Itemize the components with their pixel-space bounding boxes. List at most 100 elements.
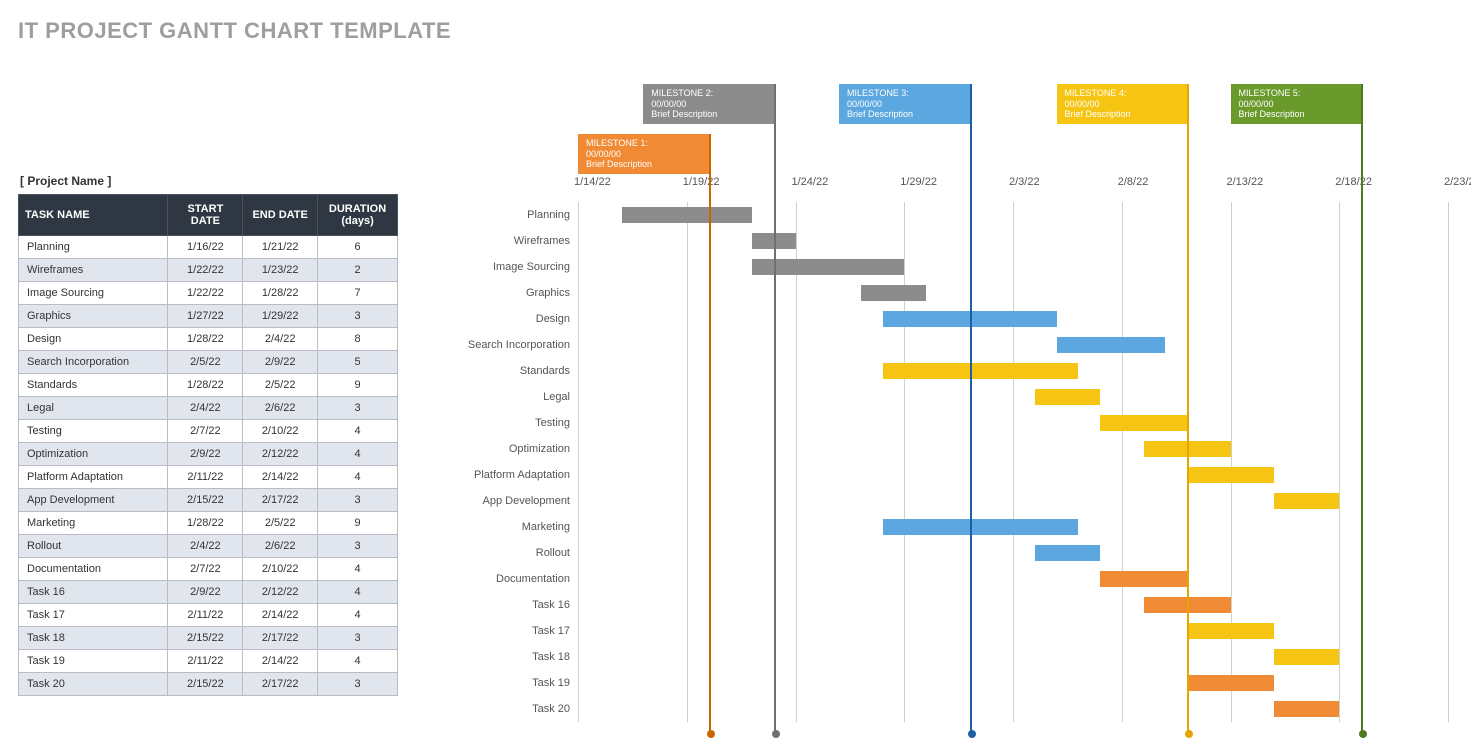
gantt-bar (1187, 675, 1274, 691)
cell-task-name: Task 18 (19, 627, 168, 650)
gantt-row-label: Optimization (430, 443, 570, 455)
gantt-row-label: Graphics (430, 287, 570, 299)
cell-end: 2/12/22 (243, 581, 318, 604)
cell-start: 2/11/22 (168, 466, 243, 489)
gantt-bar (622, 207, 753, 223)
table-row: Platform Adaptation2/11/222/14/224 (19, 466, 398, 489)
cell-duration: 3 (318, 627, 398, 650)
cell-duration: 4 (318, 466, 398, 489)
cell-end: 2/4/22 (243, 328, 318, 351)
milestone-flag: MILESTONE 3: 00/00/00 Brief Description (839, 84, 970, 124)
cell-duration: 4 (318, 581, 398, 604)
cell-end: 2/17/22 (243, 673, 318, 696)
cell-end: 2/6/22 (243, 535, 318, 558)
table-row: Documentation2/7/222/10/224 (19, 558, 398, 581)
cell-start: 2/15/22 (168, 627, 243, 650)
axis-tick: 2/18/22 (1335, 176, 1372, 188)
table-row: Standards1/28/222/5/229 (19, 374, 398, 397)
table-row: Rollout2/4/222/6/223 (19, 535, 398, 558)
milestone-flag: MILESTONE 2: 00/00/00 Brief Description (643, 84, 774, 124)
axis-tick: 1/19/22 (683, 176, 720, 188)
milestone-line (709, 134, 711, 734)
cell-duration: 4 (318, 558, 398, 581)
table-row: Marketing1/28/222/5/229 (19, 512, 398, 535)
cell-duration: 7 (318, 282, 398, 305)
cell-task-name: Search Incorporation (19, 351, 168, 374)
cell-duration: 2 (318, 259, 398, 282)
table-row: Task 172/11/222/14/224 (19, 604, 398, 627)
cell-task-name: Task 17 (19, 604, 168, 627)
table-row: Task 192/11/222/14/224 (19, 650, 398, 673)
cell-task-name: Legal (19, 397, 168, 420)
cell-duration: 3 (318, 489, 398, 512)
table-row: App Development2/15/222/17/223 (19, 489, 398, 512)
axis-tick: 2/8/22 (1118, 176, 1149, 188)
cell-task-name: Rollout (19, 535, 168, 558)
cell-task-name: Task 20 (19, 673, 168, 696)
gantt-bar (1187, 467, 1274, 483)
cell-end: 2/17/22 (243, 489, 318, 512)
cell-task-name: Image Sourcing (19, 282, 168, 305)
gantt-row-label: Standards (430, 365, 570, 377)
cell-duration: 3 (318, 673, 398, 696)
gantt-bar (1100, 571, 1187, 587)
cell-duration: 3 (318, 305, 398, 328)
cell-start: 1/16/22 (168, 236, 243, 259)
cell-duration: 3 (318, 535, 398, 558)
gantt-row-label: Marketing (430, 521, 570, 533)
col-start-date: START DATE (168, 195, 243, 236)
cell-start: 2/4/22 (168, 535, 243, 558)
cell-end: 2/12/22 (243, 443, 318, 466)
gantt-row-label: Wireframes (430, 235, 570, 247)
cell-duration: 9 (318, 512, 398, 535)
gantt-chart: MILESTONE 1: 00/00/00 Brief DescriptionM… (468, 64, 1453, 722)
cell-end: 2/14/22 (243, 604, 318, 627)
gantt-bar (1100, 415, 1187, 431)
table-row: Task 162/9/222/12/224 (19, 581, 398, 604)
cell-task-name: Documentation (19, 558, 168, 581)
cell-start: 2/4/22 (168, 397, 243, 420)
gantt-row-label: Testing (430, 417, 570, 429)
axis-tick: 2/3/22 (1009, 176, 1040, 188)
cell-duration: 4 (318, 420, 398, 443)
table-row: Search Incorporation2/5/222/9/225 (19, 351, 398, 374)
cell-end: 1/23/22 (243, 259, 318, 282)
col-task-name: TASK NAME (19, 195, 168, 236)
cell-task-name: Standards (19, 374, 168, 397)
gantt-bar (1035, 545, 1100, 561)
gantt-row-label: Task 20 (430, 703, 570, 715)
cell-start: 1/28/22 (168, 328, 243, 351)
task-table: TASK NAME START DATE END DATE DURATION (… (18, 194, 398, 696)
cell-duration: 8 (318, 328, 398, 351)
cell-start: 1/22/22 (168, 282, 243, 305)
milestone-line (1361, 84, 1363, 734)
col-duration: DURATION (days) (318, 195, 398, 236)
cell-start: 2/9/22 (168, 581, 243, 604)
task-table-panel: [ Project Name ] TASK NAME START DATE EN… (18, 174, 398, 696)
gantt-bar (1274, 649, 1339, 665)
table-row: Optimization2/9/222/12/224 (19, 443, 398, 466)
gantt-bar (861, 285, 926, 301)
cell-end: 1/28/22 (243, 282, 318, 305)
gantt-bar (1274, 493, 1339, 509)
cell-end: 2/5/22 (243, 512, 318, 535)
cell-start: 1/28/22 (168, 512, 243, 535)
cell-start: 2/15/22 (168, 673, 243, 696)
cell-start: 2/15/22 (168, 489, 243, 512)
cell-task-name: Task 16 (19, 581, 168, 604)
cell-end: 2/9/22 (243, 351, 318, 374)
gantt-row-label: Platform Adaptation (430, 469, 570, 481)
cell-start: 1/22/22 (168, 259, 243, 282)
gantt-row-label: Design (430, 313, 570, 325)
cell-end: 2/10/22 (243, 558, 318, 581)
cell-task-name: Marketing (19, 512, 168, 535)
table-row: Graphics1/27/221/29/223 (19, 305, 398, 328)
table-row: Image Sourcing1/22/221/28/227 (19, 282, 398, 305)
cell-start: 2/9/22 (168, 443, 243, 466)
axis-tick: 1/29/22 (900, 176, 937, 188)
cell-task-name: App Development (19, 489, 168, 512)
cell-task-name: Task 19 (19, 650, 168, 673)
cell-duration: 5 (318, 351, 398, 374)
cell-start: 1/28/22 (168, 374, 243, 397)
axis-tick: 1/14/22 (574, 176, 611, 188)
